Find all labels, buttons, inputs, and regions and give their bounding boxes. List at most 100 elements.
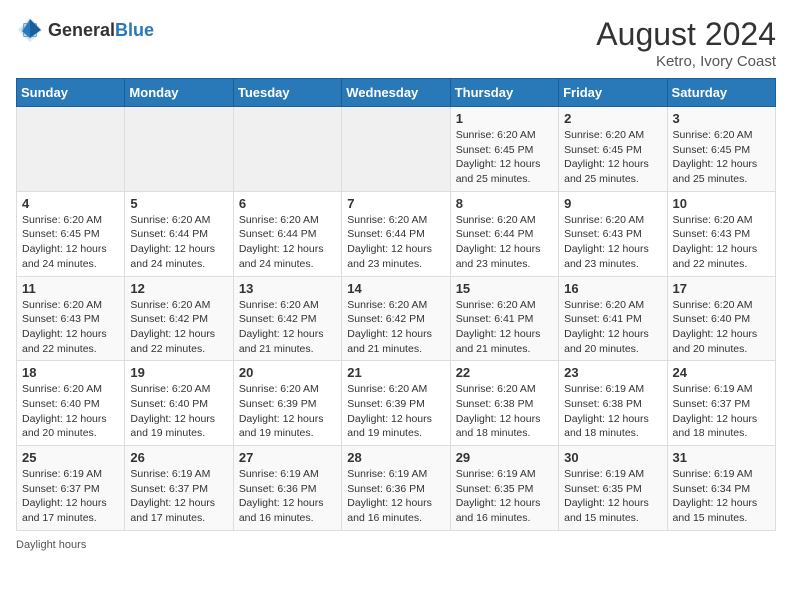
day-number: 9 [564,196,661,211]
day-number: 29 [456,450,553,465]
day-number: 3 [673,111,770,126]
calendar-body: 1 Sunrise: 6:20 AM Sunset: 6:45 PM Daylig… [17,107,776,531]
calendar-cell: 9 Sunrise: 6:20 AM Sunset: 6:43 PM Daylig… [559,191,667,276]
weekday-header-monday: Monday [125,79,233,107]
calendar-cell: 28Sunrise: 6:19 AM Sunset: 6:36 PM Dayli… [342,446,450,531]
calendar-cell: 25Sunrise: 6:19 AM Sunset: 6:37 PM Dayli… [17,446,125,531]
title-block: August 2024 Ketro, Ivory Coast [596,16,776,70]
day-info: Sunrise: 6:20 AM Sunset: 6:43 PM Dayligh… [673,213,770,272]
day-number: 1 [456,111,553,126]
day-info: Sunrise: 6:20 AM Sunset: 6:40 PM Dayligh… [22,382,119,441]
day-number: 10 [673,196,770,211]
day-info: Sunrise: 6:20 AM Sunset: 6:43 PM Dayligh… [22,298,119,357]
daylight-label: Daylight hours [16,539,86,551]
logo: GeneralBlue [16,16,154,44]
day-number: 7 [347,196,444,211]
calendar-cell [125,107,233,192]
day-info: Sunrise: 6:20 AM Sunset: 6:45 PM Dayligh… [673,128,770,187]
weekday-header-saturday: Saturday [667,79,775,107]
day-info: Sunrise: 6:19 AM Sunset: 6:37 PM Dayligh… [130,467,227,526]
day-number: 17 [673,281,770,296]
day-number: 14 [347,281,444,296]
weekday-header-sunday: Sunday [17,79,125,107]
location: Ketro, Ivory Coast [596,53,776,70]
calendar-cell: 20Sunrise: 6:20 AM Sunset: 6:39 PM Dayli… [233,361,341,446]
weekday-header-wednesday: Wednesday [342,79,450,107]
calendar-cell: 12Sunrise: 6:20 AM Sunset: 6:42 PM Dayli… [125,276,233,361]
day-info: Sunrise: 6:20 AM Sunset: 6:41 PM Dayligh… [564,298,661,357]
day-number: 2 [564,111,661,126]
day-info: Sunrise: 6:19 AM Sunset: 6:34 PM Dayligh… [673,467,770,526]
day-number: 19 [130,365,227,380]
calendar-cell: 17 Sunrise: 6:20 AM Sunset: 6:40 PM Dayli… [667,276,775,361]
day-number: 4 [22,196,119,211]
calendar-cell: 21Sunrise: 6:20 AM Sunset: 6:39 PM Dayli… [342,361,450,446]
calendar-cell: 19 Sunrise: 6:20 AM Sunset: 6:40 PM Dayli… [125,361,233,446]
day-number: 26 [130,450,227,465]
day-number: 12 [130,281,227,296]
day-number: 15 [456,281,553,296]
calendar-cell: 11Sunrise: 6:20 AM Sunset: 6:43 PM Dayli… [17,276,125,361]
calendar-cell: 24 Sunrise: 6:19 AM Sunset: 6:37 PM Dayli… [667,361,775,446]
day-number: 13 [239,281,336,296]
calendar-week-2: 4 Sunrise: 6:20 AM Sunset: 6:45 PM Daylig… [17,191,776,276]
logo-text: GeneralBlue [48,20,154,41]
day-number: 16 [564,281,661,296]
day-info: Sunrise: 6:20 AM Sunset: 6:42 PM Dayligh… [347,298,444,357]
calendar-cell: 18 Sunrise: 6:20 AM Sunset: 6:40 PM Dayli… [17,361,125,446]
day-info: Sunrise: 6:20 AM Sunset: 6:40 PM Dayligh… [130,382,227,441]
calendar-week-3: 11Sunrise: 6:20 AM Sunset: 6:43 PM Dayli… [17,276,776,361]
weekday-row: SundayMondayTuesdayWednesdayThursdayFrid… [17,79,776,107]
calendar-cell: 26 Sunrise: 6:19 AM Sunset: 6:37 PM Dayli… [125,446,233,531]
page-header: GeneralBlue August 2024 Ketro, Ivory Coa… [16,16,776,70]
calendar-cell: 31 Sunrise: 6:19 AM Sunset: 6:34 PM Dayli… [667,446,775,531]
weekday-header-thursday: Thursday [450,79,558,107]
day-info: Sunrise: 6:19 AM Sunset: 6:35 PM Dayligh… [564,467,661,526]
calendar-cell: 6Sunrise: 6:20 AM Sunset: 6:44 PM Daylig… [233,191,341,276]
logo-icon [16,16,44,44]
logo-blue: Blue [115,20,154,40]
day-number: 23 [564,365,661,380]
day-info: Sunrise: 6:20 AM Sunset: 6:45 PM Dayligh… [456,128,553,187]
day-info: Sunrise: 6:20 AM Sunset: 6:44 PM Dayligh… [347,213,444,272]
day-number: 18 [22,365,119,380]
calendar-week-1: 1 Sunrise: 6:20 AM Sunset: 6:45 PM Daylig… [17,107,776,192]
calendar-cell: 16 Sunrise: 6:20 AM Sunset: 6:41 PM Dayli… [559,276,667,361]
day-number: 8 [456,196,553,211]
day-info: Sunrise: 6:19 AM Sunset: 6:37 PM Dayligh… [22,467,119,526]
calendar-cell: 3 Sunrise: 6:20 AM Sunset: 6:45 PM Daylig… [667,107,775,192]
calendar-table: SundayMondayTuesdayWednesdayThursdayFrid… [16,78,776,531]
calendar-cell [233,107,341,192]
calendar-cell: 27Sunrise: 6:19 AM Sunset: 6:36 PM Dayli… [233,446,341,531]
calendar-cell: 2Sunrise: 6:20 AM Sunset: 6:45 PM Daylig… [559,107,667,192]
day-info: Sunrise: 6:20 AM Sunset: 6:38 PM Dayligh… [456,382,553,441]
day-info: Sunrise: 6:20 AM Sunset: 6:45 PM Dayligh… [22,213,119,272]
day-info: Sunrise: 6:19 AM Sunset: 6:35 PM Dayligh… [456,467,553,526]
day-info: Sunrise: 6:20 AM Sunset: 6:40 PM Dayligh… [673,298,770,357]
calendar-cell: 23Sunrise: 6:19 AM Sunset: 6:38 PM Dayli… [559,361,667,446]
weekday-header-friday: Friday [559,79,667,107]
day-info: Sunrise: 6:19 AM Sunset: 6:36 PM Dayligh… [239,467,336,526]
day-info: Sunrise: 6:20 AM Sunset: 6:43 PM Dayligh… [564,213,661,272]
day-number: 21 [347,365,444,380]
day-number: 22 [456,365,553,380]
calendar-cell [17,107,125,192]
weekday-header-tuesday: Tuesday [233,79,341,107]
calendar-cell: 5Sunrise: 6:20 AM Sunset: 6:44 PM Daylig… [125,191,233,276]
day-number: 31 [673,450,770,465]
calendar-cell [342,107,450,192]
calendar-week-5: 25Sunrise: 6:19 AM Sunset: 6:37 PM Dayli… [17,446,776,531]
day-info: Sunrise: 6:20 AM Sunset: 6:41 PM Dayligh… [456,298,553,357]
day-info: Sunrise: 6:20 AM Sunset: 6:44 PM Dayligh… [239,213,336,272]
day-info: Sunrise: 6:19 AM Sunset: 6:36 PM Dayligh… [347,467,444,526]
day-number: 24 [673,365,770,380]
day-info: Sunrise: 6:20 AM Sunset: 6:44 PM Dayligh… [130,213,227,272]
calendar-cell: 30Sunrise: 6:19 AM Sunset: 6:35 PM Dayli… [559,446,667,531]
calendar-cell: 7 Sunrise: 6:20 AM Sunset: 6:44 PM Daylig… [342,191,450,276]
calendar-cell: 1 Sunrise: 6:20 AM Sunset: 6:45 PM Daylig… [450,107,558,192]
day-info: Sunrise: 6:20 AM Sunset: 6:44 PM Dayligh… [456,213,553,272]
calendar-week-4: 18 Sunrise: 6:20 AM Sunset: 6:40 PM Dayli… [17,361,776,446]
logo-general: General [48,20,115,40]
calendar-cell: 10 Sunrise: 6:20 AM Sunset: 6:43 PM Dayli… [667,191,775,276]
day-info: Sunrise: 6:19 AM Sunset: 6:37 PM Dayligh… [673,382,770,441]
